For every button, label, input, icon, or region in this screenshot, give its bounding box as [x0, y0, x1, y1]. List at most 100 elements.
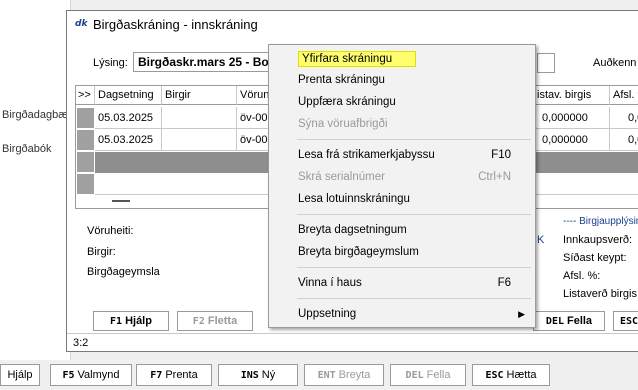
- col-header-vorunumer[interactable]: Vörun: [237, 86, 272, 105]
- col-header-dagsetning[interactable]: Dagsetning: [95, 86, 162, 105]
- table-cell-afslattur[interactable]: 0,00: [610, 129, 638, 151]
- button-label: Ný: [261, 369, 276, 381]
- button-label: Prenta: [165, 369, 198, 381]
- delete-button[interactable]: DEL Fella: [533, 311, 605, 331]
- row-selector[interactable]: [76, 107, 95, 129]
- col-header-birgir[interactable]: Birgir: [162, 86, 237, 105]
- button-label: Valmynd: [77, 369, 120, 381]
- toolbar-delete-button[interactable]: DEL Fella: [390, 364, 466, 386]
- table-cell-listaverd[interactable]: 0,000000: [534, 107, 610, 129]
- button-label: Hætta: [506, 369, 537, 381]
- menu-item-lotuinnskraning[interactable]: Lesa lotuinnskráningu: [271, 188, 533, 210]
- key-hint: ENT: [317, 370, 336, 381]
- secondary-field[interactable]: [537, 53, 555, 73]
- supplier-link[interactable]: K: [537, 234, 544, 246]
- window-title: Birgðaskráning - innskráning: [93, 17, 258, 32]
- table-cell-listaverd[interactable]: 0,000000: [534, 129, 610, 151]
- menu-separator: [297, 298, 531, 299]
- menu-item-label: Breyta dagsetningum: [298, 224, 407, 236]
- menu-separator: [297, 267, 531, 268]
- row-selector[interactable]: [76, 151, 95, 173]
- background-sidebar: Birgðadagbæku Birgðabók: [0, 0, 71, 360]
- escape-button[interactable]: ESC: [613, 311, 638, 331]
- table-cell-date[interactable]: 05.03.2025: [95, 107, 162, 129]
- detail-label: Birgðageymsla: [87, 266, 160, 278]
- key-hint: F5: [62, 370, 75, 381]
- table-cell-date[interactable]: 05.03.2025: [95, 129, 162, 151]
- key-hint: F7: [150, 370, 163, 381]
- supplier-info-header: ---- Birgjaupplýsin: [563, 216, 638, 227]
- supplier-info-label: Innkaupsverð:: [563, 234, 633, 246]
- menu-item-label: Breyta birgðageymslum: [298, 246, 419, 258]
- menu-item-label: Prenta skráningu: [298, 74, 385, 86]
- menu-item-label: Skrá serialnúmer: [298, 171, 385, 183]
- table-cell-birgir[interactable]: [162, 107, 237, 129]
- toolbar-new-button[interactable]: INS Ný: [218, 364, 298, 386]
- table-cell-afslattur[interactable]: 0,00: [610, 107, 638, 129]
- bg-tab-birgdabok[interactable]: Birgðabók: [0, 138, 70, 160]
- table-cell-birgir[interactable]: [162, 129, 237, 151]
- menu-item-label: Vinna í haus: [298, 277, 362, 289]
- browse-button[interactable]: F2 Fletta: [177, 311, 253, 331]
- menu-item-uppsetning[interactable]: Uppsetning ▶: [271, 303, 533, 325]
- toolbar-menu-button[interactable]: F5 Valmynd: [50, 364, 132, 386]
- col-header-afslattur[interactable]: Afsl. %: [610, 86, 638, 105]
- supplier-info-label: Síðast keypt:: [563, 252, 627, 264]
- menu-shortcut: Ctrl+N: [478, 171, 511, 183]
- grid-corner[interactable]: >>: [76, 86, 95, 105]
- lysing-input[interactable]: Birgðaskr.mars 25 - Bo: [133, 52, 283, 72]
- menu-item-strikamerki[interactable]: Lesa frá strikamerkjabyssu F10: [271, 144, 533, 166]
- menu-item-label: Sýna vöruafbrigði: [298, 118, 388, 130]
- menu-item-breyta-dagsetningum[interactable]: Breyta dagsetningum: [271, 219, 533, 241]
- button-label: Breyta: [338, 369, 371, 381]
- key-hint: DEL: [405, 370, 424, 381]
- menu-item-serialnumer[interactable]: Skrá serialnúmer Ctrl+N: [271, 166, 533, 188]
- menu-item-uppfaera[interactable]: Uppfæra skráningu: [271, 91, 533, 113]
- toolbar-help-button[interactable]: Hjálp: [0, 364, 40, 386]
- status-bar: 3:2: [67, 333, 638, 352]
- toolbar-edit-button[interactable]: ENT Breyta: [304, 364, 384, 386]
- row-selector[interactable]: [76, 173, 95, 195]
- menu-item-label: Uppfæra skráningu: [298, 96, 396, 108]
- menu-item-label: Yfirfara skráningu: [298, 51, 416, 67]
- menu-shortcut: F6: [497, 277, 511, 289]
- menu-separator: [297, 139, 531, 140]
- audkenni-label: Auðkenn: [593, 57, 637, 69]
- help-button[interactable]: F1 Hjálp: [93, 311, 169, 331]
- table-cell-vara[interactable]: öv-00: [237, 107, 272, 129]
- table-cell-vara[interactable]: öv-00: [237, 129, 272, 151]
- menu-item-label: Lesa lotuinnskráningu: [298, 193, 410, 205]
- detail-label: Birgir:: [87, 246, 116, 258]
- title-bar[interactable]: dk Birgðaskráning - innskráning: [67, 11, 638, 39]
- menu-item-yfirfara[interactable]: Yfirfara skráningu: [271, 48, 533, 70]
- button-label: Fletta: [207, 315, 238, 327]
- detail-label: Vöruheiti:: [87, 225, 134, 237]
- menu-separator: [297, 214, 531, 215]
- new-row-marker: [112, 200, 130, 202]
- button-label: Fella: [566, 315, 593, 327]
- context-menu: Yfirfara skráningu Prenta skráningu Uppf…: [268, 44, 536, 328]
- app-logo-icon: dk: [75, 19, 88, 29]
- submenu-arrow-icon: ▶: [518, 309, 525, 319]
- menu-item-syna-voruafbrigdi[interactable]: Sýna vöruafbrigði: [271, 113, 533, 135]
- bg-tab-birgdadagbaekur[interactable]: Birgðadagbæku: [0, 104, 70, 126]
- menu-item-breyta-birgdageymslum[interactable]: Breyta birgðageymslum: [271, 241, 533, 263]
- key-hint: F2: [192, 316, 205, 327]
- menu-item-vinna-i-haus[interactable]: Vinna í haus F6: [271, 272, 533, 294]
- col-header-listaverd[interactable]: istav. birgis: [534, 86, 610, 105]
- row-selector[interactable]: [76, 129, 95, 151]
- lysing-label: Lýsing:: [93, 57, 128, 69]
- menu-item-prenta[interactable]: Prenta skráningu: [271, 69, 533, 91]
- menu-item-label: Lesa frá strikamerkjabyssu: [298, 149, 435, 161]
- supplier-info-label: Afsl. %:: [563, 270, 601, 282]
- button-label: Hjálp: [7, 369, 33, 381]
- button-label: Fella: [426, 369, 451, 381]
- menu-shortcut: F10: [491, 149, 511, 161]
- toolbar-print-button[interactable]: F7 Prenta: [136, 364, 212, 386]
- key-hint: ESC: [485, 370, 504, 381]
- key-hint: DEL: [545, 316, 564, 327]
- key-hint: ESC: [620, 316, 638, 327]
- toolbar-exit-button[interactable]: ESC Hætta: [472, 364, 550, 386]
- key-hint: F1: [110, 316, 123, 327]
- key-hint: INS: [240, 370, 259, 381]
